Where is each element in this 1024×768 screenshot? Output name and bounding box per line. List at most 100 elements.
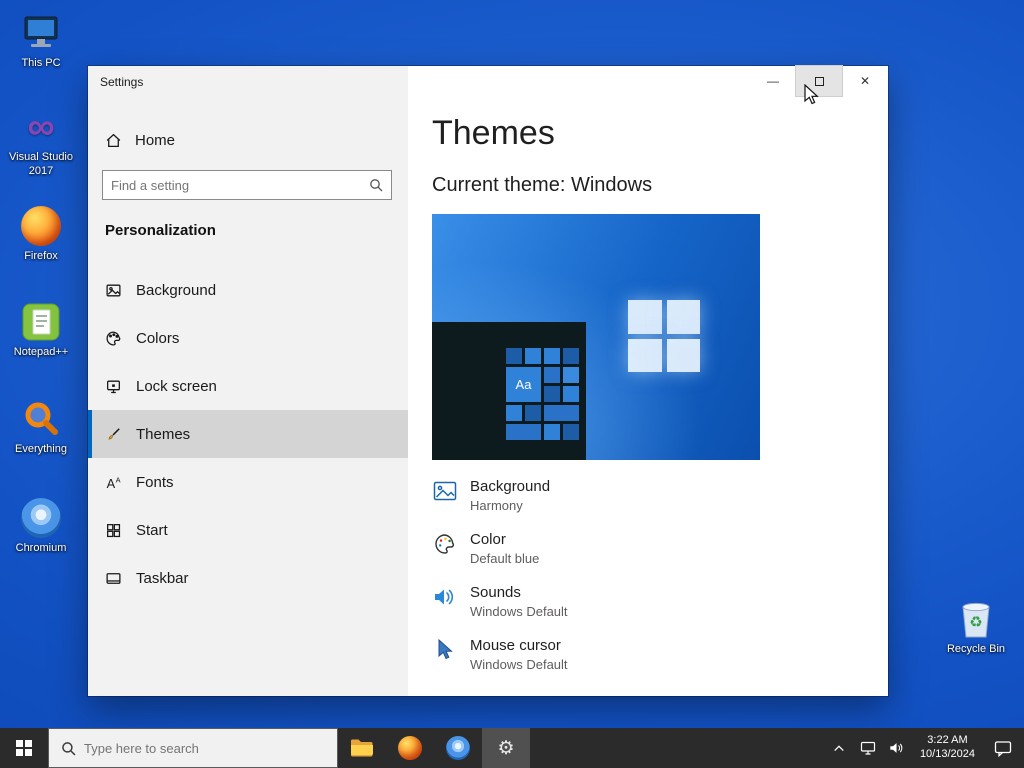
chromium-icon xyxy=(446,736,470,760)
setting-title: Mouse cursor xyxy=(470,637,561,654)
desktop-icon-label: Chromium xyxy=(15,542,67,554)
desktop-icon-visual-studio[interactable]: ∞ Visual Studio 2017 xyxy=(8,106,74,179)
theme-settings-list: Background Harmony Color Default blue So… xyxy=(432,478,568,690)
setting-title: Background xyxy=(470,478,551,495)
current-theme-label: Current theme: Windows xyxy=(432,174,653,196)
firefox-icon xyxy=(18,205,64,247)
preview-tiles: Aa xyxy=(506,348,582,448)
mouse-cursor-icon xyxy=(432,638,458,662)
sidebar-nav: Background Colors Lock screen Themes A A… xyxy=(88,266,408,602)
windows-logo-icon xyxy=(16,740,32,756)
theme-setting-color[interactable]: Color Default blue xyxy=(432,531,568,573)
sidebar-item-label: Start xyxy=(136,521,168,539)
desktop-icon-label: This PC xyxy=(21,57,61,69)
maximize-button[interactable] xyxy=(795,65,843,97)
everything-icon xyxy=(18,398,64,440)
clock-time: 3:22 AM xyxy=(927,734,968,747)
close-button[interactable]: ✕ xyxy=(842,66,888,96)
minimize-button[interactable]: — xyxy=(750,66,796,96)
settings-window: Settings — ✕ Home Personalization xyxy=(88,65,888,696)
desktop-icon-this-pc[interactable]: This PC xyxy=(8,12,74,71)
volume-icon[interactable] xyxy=(887,734,907,762)
taskbar: ⚙ 3:22 AM 10/13/2024 xyxy=(0,728,1024,768)
firefox-icon xyxy=(398,736,422,760)
home-icon xyxy=(105,132,122,149)
theme-setting-background[interactable]: Background Harmony xyxy=(432,478,568,520)
chromium-taskbar-button[interactable] xyxy=(434,728,482,768)
home-label: Home xyxy=(135,131,176,149)
clock[interactable]: 3:22 AM 10/13/2024 xyxy=(916,734,979,762)
chromium-icon xyxy=(18,497,64,539)
visual-studio-icon: ∞ xyxy=(27,106,55,148)
themes-page: Themes Current theme: Windows Aa Backgro… xyxy=(408,66,888,696)
settings-taskbar-button[interactable]: ⚙ xyxy=(482,728,530,768)
settings-sidebar: Home Personalization Background xyxy=(88,66,408,696)
sidebar-item-label: Lock screen xyxy=(136,377,217,395)
preview-start-menu: Aa xyxy=(432,322,586,460)
network-icon[interactable] xyxy=(858,734,878,762)
gear-icon: ⚙ xyxy=(497,737,515,759)
recycle-bin-icon: ♻ xyxy=(953,598,999,640)
svg-text:A: A xyxy=(107,475,116,490)
sidebar-item-lock-screen[interactable]: Lock screen xyxy=(88,362,408,410)
preview-aa-tile: Aa xyxy=(506,367,541,402)
page-title: Themes xyxy=(432,114,555,152)
theme-setting-sounds[interactable]: Sounds Windows Default xyxy=(432,584,568,626)
desktop-icon-label: Everything xyxy=(15,443,67,455)
sidebar-item-background[interactable]: Background xyxy=(88,266,408,314)
setting-title: Color xyxy=(470,531,506,548)
settings-search-input[interactable] xyxy=(103,177,369,193)
setting-title: Sounds xyxy=(470,584,521,601)
background-picture-icon xyxy=(432,479,458,503)
sidebar-item-label: Taskbar xyxy=(136,569,189,587)
taskbar-search-box[interactable] xyxy=(48,728,338,768)
desktop-icon-label: Visual Studio 2017 xyxy=(8,151,73,177)
firefox-taskbar-button[interactable] xyxy=(386,728,434,768)
sidebar-item-start[interactable]: Start xyxy=(88,506,408,554)
settings-search-box[interactable] xyxy=(102,170,392,200)
taskbar-search-input[interactable] xyxy=(84,740,337,756)
fonts-icon: AA xyxy=(105,474,122,491)
desktop-icon-everything[interactable]: Everything xyxy=(8,398,74,457)
this-pc-icon xyxy=(18,12,64,54)
taskbar-apps: ⚙ xyxy=(338,728,530,768)
notepadpp-icon xyxy=(18,301,64,343)
setting-value: Windows Default xyxy=(470,657,568,672)
svg-text:A: A xyxy=(116,475,121,484)
hidden-icons-chevron[interactable] xyxy=(829,734,849,762)
sidebar-item-label: Fonts xyxy=(136,473,174,491)
file-explorer-button[interactable] xyxy=(338,728,386,768)
sidebar-item-label: Themes xyxy=(136,425,191,443)
theme-preview-image: Aa xyxy=(432,214,760,460)
search-icon xyxy=(369,178,383,192)
search-icon xyxy=(61,741,76,756)
file-explorer-icon xyxy=(351,739,373,757)
setting-value: Harmony xyxy=(470,498,523,513)
sidebar-item-label: Colors xyxy=(136,329,180,347)
desktop-icon-label: Recycle Bin xyxy=(946,643,1006,655)
desktop-icon-firefox[interactable]: Firefox xyxy=(8,205,74,264)
setting-value: Default blue xyxy=(470,551,540,566)
sidebar-item-label: Background xyxy=(136,281,217,299)
desktop: This PC ∞ Visual Studio 2017 Firefox Not… xyxy=(0,0,1024,768)
desktop-icon-notepadpp[interactable]: Notepad++ xyxy=(8,301,74,360)
sidebar-item-fonts[interactable]: AA Fonts xyxy=(88,458,408,506)
sidebar-item-colors[interactable]: Colors xyxy=(88,314,408,362)
desktop-icon-recycle-bin[interactable]: ♻ Recycle Bin xyxy=(943,598,1009,657)
setting-value: Windows Default xyxy=(470,604,568,619)
sidebar-item-taskbar[interactable]: Taskbar xyxy=(88,554,408,602)
desktop-icon-chromium[interactable]: Chromium xyxy=(8,497,74,556)
maximize-icon xyxy=(814,76,824,86)
sidebar-item-home[interactable]: Home xyxy=(88,122,408,158)
start-icon xyxy=(105,522,122,539)
colors-icon xyxy=(105,330,122,347)
start-button[interactable] xyxy=(0,728,48,768)
window-controls: — ✕ xyxy=(750,65,888,97)
speaker-icon xyxy=(432,585,458,609)
windows-logo-preview xyxy=(628,300,700,372)
svg-text:♻: ♻ xyxy=(969,614,982,631)
theme-setting-mouse-cursor[interactable]: Mouse cursor Windows Default xyxy=(432,637,568,679)
clock-date: 10/13/2024 xyxy=(919,748,975,760)
sidebar-item-themes[interactable]: Themes xyxy=(88,410,408,458)
action-center-icon[interactable] xyxy=(988,734,1018,762)
